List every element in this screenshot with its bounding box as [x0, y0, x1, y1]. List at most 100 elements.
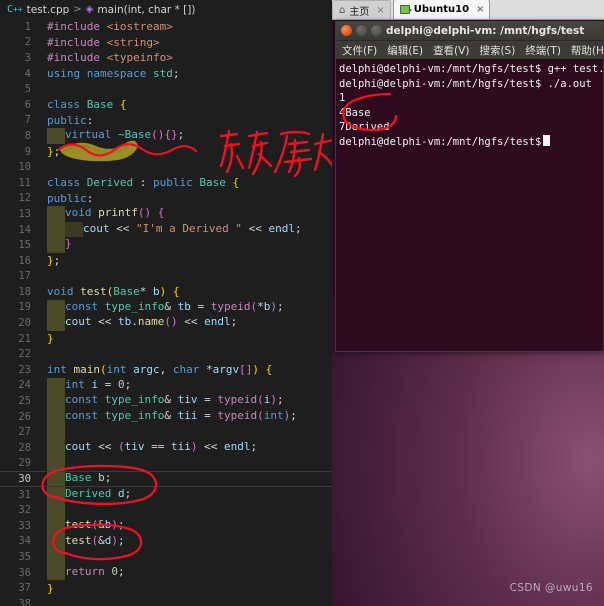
code-token: #include	[47, 51, 100, 65]
code-token: :	[86, 191, 94, 205]
code-line[interactable]: 17	[0, 269, 332, 285]
code-token: ;	[276, 393, 284, 407]
code-line[interactable]: 3 #include <typeinfo>	[0, 50, 332, 66]
code-token: {	[232, 176, 240, 190]
breadcrumb[interactable]: C++ test.cpp > ◈ main(int, char * [])	[0, 0, 332, 19]
code-token: std	[152, 67, 173, 81]
code-line[interactable]: 38	[0, 596, 332, 606]
code-token: (	[257, 408, 264, 422]
close-icon[interactable]	[341, 25, 352, 36]
code-line[interactable]: 23 int main(int argc, char *argv[]) {	[0, 362, 332, 378]
vmware-tab-home[interactable]: ⌂ 主页 ×	[332, 0, 391, 19]
code-line[interactable]: 30 Base b;	[0, 471, 332, 487]
code-line[interactable]: 35	[0, 549, 332, 565]
breadcrumb-file[interactable]: test.cpp	[27, 4, 70, 16]
code-line[interactable]: 34 test(&d);	[0, 533, 332, 550]
code-line[interactable]: 33 test(&b);	[0, 518, 332, 534]
code-token: Base	[86, 98, 114, 112]
code-line[interactable]: 4 using namespace std;	[0, 66, 332, 82]
code-token: (	[164, 315, 171, 329]
code-token: b	[98, 471, 105, 485]
line-number: 6	[24, 98, 31, 111]
menu-item-terminal[interactable]: 终端(T)	[525, 43, 561, 58]
code-line[interactable]: 1 #include <iostream>	[0, 19, 332, 35]
code-token: const	[65, 299, 99, 313]
vmware-tab-ubuntu10[interactable]: Ubuntu10 ×	[392, 0, 491, 19]
code-line[interactable]: 6 class Base {	[0, 97, 332, 113]
menu-item-file[interactable]: 文件(F)	[342, 43, 377, 58]
code-token: =	[98, 377, 118, 391]
code-line[interactable]: 21}	[0, 331, 332, 347]
code-line[interactable]: 29	[0, 455, 332, 472]
code-line[interactable]: 28 cout << (tiv == tii) << endl;	[0, 440, 332, 456]
code-token: typeid	[210, 299, 251, 313]
watermark: CSDN @uwu16	[509, 582, 593, 594]
terminal-menu-bar[interactable]: 文件(F) 编辑(E) 查看(V) 搜索(S) 终端(T) 帮助(H)	[336, 41, 604, 60]
code-line[interactable]: 13 void printf() {	[0, 206, 332, 222]
indent-guide	[47, 455, 65, 472]
menu-item-edit[interactable]: 编辑(E)	[387, 43, 423, 58]
close-icon[interactable]: ×	[376, 5, 384, 16]
minimize-icon[interactable]	[356, 25, 367, 36]
code-token: ;	[118, 533, 125, 547]
menu-item-view[interactable]: 查看(V)	[433, 43, 469, 58]
line-number: 2	[24, 36, 31, 49]
code-token: <iostream>	[106, 20, 173, 34]
code-token: *	[206, 363, 213, 377]
code-token: &	[164, 393, 171, 407]
code-line[interactable]: 37}	[0, 580, 332, 596]
code-token: ;	[276, 299, 284, 313]
menu-item-search[interactable]: 搜索(S)	[479, 43, 515, 58]
code-line[interactable]: 12 public:	[0, 191, 332, 207]
code-token: int	[47, 363, 67, 377]
code-line[interactable]: 8 virtual ~Base(){};	[0, 128, 332, 144]
code-line[interactable]: 14 cout << "I'm a Derived " << endl;	[0, 221, 332, 238]
code-line[interactable]: 16};	[0, 253, 332, 269]
vmware-tab-bar[interactable]: ⌂ 主页 × Ubuntu10 ×	[332, 0, 604, 20]
code-line[interactable]: 22	[0, 346, 332, 362]
terminal-line: 1	[339, 92, 346, 104]
code-line[interactable]: 24 int i = 0;	[0, 377, 332, 394]
code-line[interactable]: 20 cout << tb.name() << endl;	[0, 315, 332, 331]
code-token: }	[65, 237, 72, 251]
code-line[interactable]: 32	[0, 502, 332, 518]
code-line[interactable]: 5	[0, 81, 332, 97]
breadcrumb-symbol[interactable]: main(int, char * [])	[97, 4, 195, 16]
code-text: const type_info& tii = typeid(int);	[40, 408, 332, 425]
code-line[interactable]: 26 const type_info& tii = typeid(int);	[0, 408, 332, 425]
terminal-window[interactable]: delphi@delphi-vm: /mnt/hgfs/test 文件(F) 编…	[335, 21, 604, 352]
code-token: {	[157, 206, 165, 220]
code-line[interactable]: 36 return 0;	[0, 564, 332, 581]
code-line[interactable]: 15}	[0, 237, 332, 253]
menu-item-help[interactable]: 帮助(H)	[571, 43, 604, 58]
close-icon[interactable]: ×	[476, 4, 484, 15]
code-line[interactable]: 10	[0, 159, 332, 175]
code-lines-container[interactable]: 1 #include <iostream> 2 #include <string> 3 #…	[0, 19, 332, 606]
code-token: typeid	[217, 408, 258, 422]
terminal-title-bar[interactable]: delphi@delphi-vm: /mnt/hgfs/test	[336, 21, 603, 41]
code-line[interactable]: 27	[0, 424, 332, 441]
code-token: }	[170, 128, 178, 142]
code-line[interactable]: 11 class Derived : public Base {	[0, 175, 332, 191]
maximize-icon[interactable]	[371, 25, 382, 36]
code-token: Base	[65, 471, 92, 485]
code-token: (	[100, 363, 107, 377]
code-line[interactable]: 7 public:	[0, 113, 332, 129]
terminal-prompt-line[interactable]: delphi@delphi-vm:/mnt/hgfs/test$	[339, 134, 600, 150]
code-line[interactable]: 2 #include <string>	[0, 35, 332, 51]
code-line[interactable]: 25 const type_info& tiv = typeid(i);	[0, 393, 332, 409]
code-line[interactable]: 19 const type_info& tb = typeid(*b);	[0, 299, 332, 316]
code-token: type_info	[104, 299, 165, 313]
code-token: tii	[171, 440, 191, 454]
code-line[interactable]: 9};	[0, 144, 332, 160]
code-token: ;	[172, 67, 180, 81]
indent-guide	[47, 440, 65, 456]
code-line[interactable]: 31 Derived d;	[0, 486, 332, 503]
terminal-output[interactable]: delphi@delphi-vm:/mnt/hgfs/test$ g++ tes…	[336, 60, 603, 351]
code-line[interactable]: 18 void test(Base* b) {	[0, 284, 332, 300]
line-number: 3	[24, 51, 31, 64]
